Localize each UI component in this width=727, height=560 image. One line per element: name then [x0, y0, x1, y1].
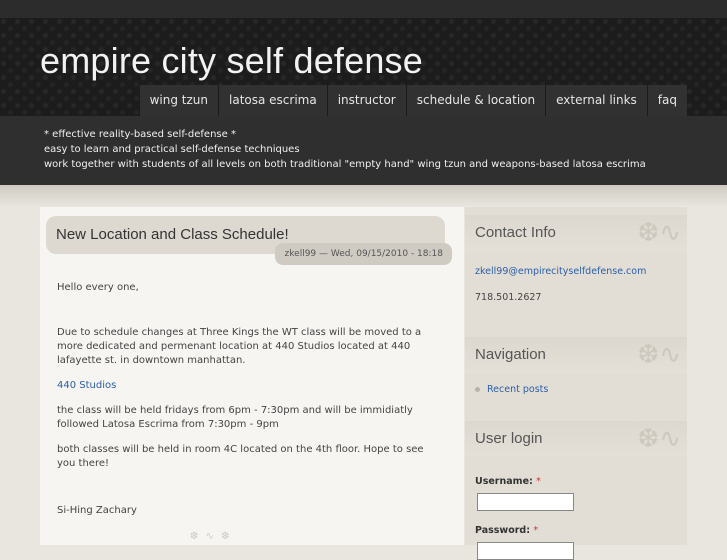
- bottom-ornament: ❆ ∿ ❆: [190, 531, 232, 542]
- block-title-login: User login ❆∿: [465, 421, 687, 457]
- swirl-ornament-icon: ❆∿: [637, 218, 681, 248]
- node-title[interactable]: New Location and Class Schedule!: [56, 226, 289, 243]
- password-label: Password: *: [475, 525, 538, 536]
- body-paragraph: both classes will be held in room 4C loc…: [57, 444, 424, 469]
- username-input[interactable]: [477, 493, 574, 511]
- nav-list-item: Recent posts: [475, 384, 548, 395]
- block-title-contact: Contact Info ❆∿: [465, 215, 687, 251]
- node-submitted-info: zkell99 — Wed, 09/15/2010 - 18:18: [274, 243, 452, 265]
- page-top-shadow: [0, 185, 727, 207]
- username-label-text: Username:: [475, 476, 533, 487]
- nav-item-wing-tzun[interactable]: wing tzun: [139, 85, 219, 116]
- top-bar: [0, 0, 727, 19]
- tagline-band: * effective reality-based self-defense *…: [0, 116, 727, 185]
- site-title[interactable]: empire city self defense: [40, 40, 423, 82]
- required-mark: *: [536, 476, 541, 487]
- contact-email-row: zkell99@empirecityselfdefense.com: [475, 266, 646, 277]
- username-label: Username: *: [475, 476, 541, 487]
- node-body: Hello every one, Due to schedule changes…: [57, 281, 437, 518]
- login-block-title: User login: [475, 430, 543, 447]
- contact-phone: 718.501.2627: [475, 292, 542, 303]
- dot-bullet-icon: [475, 387, 480, 392]
- contact-email-link[interactable]: zkell99@empirecityselfdefense.com: [475, 266, 646, 277]
- nav-item-faq[interactable]: faq: [646, 85, 687, 116]
- tagline-line: * effective reality-based self-defense *: [44, 129, 236, 140]
- nav-item-latosa-escrima[interactable]: latosa escrima: [218, 85, 327, 116]
- site-header: empire city self defense wing tzun latos…: [0, 18, 727, 116]
- required-mark: *: [533, 525, 539, 536]
- studios-link[interactable]: 440 Studios: [57, 380, 116, 391]
- recent-posts-link[interactable]: Recent posts: [487, 384, 548, 395]
- swirl-ornament-icon: ❆∿: [637, 340, 681, 370]
- main-content: New Location and Class Schedule! zkell99…: [40, 207, 464, 545]
- tagline-line: work together with students of all level…: [44, 159, 646, 170]
- body-paragraph: Due to schedule changes at Three Kings t…: [57, 327, 422, 366]
- signature: Si-Hing Zachary: [57, 505, 137, 516]
- nav-item-external-links[interactable]: external links: [545, 85, 647, 116]
- primary-nav: wing tzun latosa escrima instructor sche…: [139, 85, 687, 116]
- block-title-navigation: Navigation ❆∿: [465, 337, 687, 373]
- sidebar: Contact Info ❆∿ zkell99@empirecityselfde…: [465, 207, 687, 560]
- navigation-block-title: Navigation: [475, 346, 546, 363]
- site-tagline: * effective reality-based self-defense *…: [44, 127, 646, 172]
- nav-item-schedule-location[interactable]: schedule & location: [405, 85, 546, 116]
- body-paragraph: the class will be held fridays from 6pm …: [57, 405, 413, 430]
- tagline-line: easy to learn and practical self-defense…: [44, 144, 300, 155]
- nav-item-instructor[interactable]: instructor: [326, 85, 406, 116]
- swirl-ornament-icon: ❆∿: [637, 424, 681, 454]
- body-paragraph: Hello every one,: [57, 282, 139, 293]
- password-label-text: Password:: [475, 525, 531, 536]
- contact-block-title: Contact Info: [475, 224, 556, 241]
